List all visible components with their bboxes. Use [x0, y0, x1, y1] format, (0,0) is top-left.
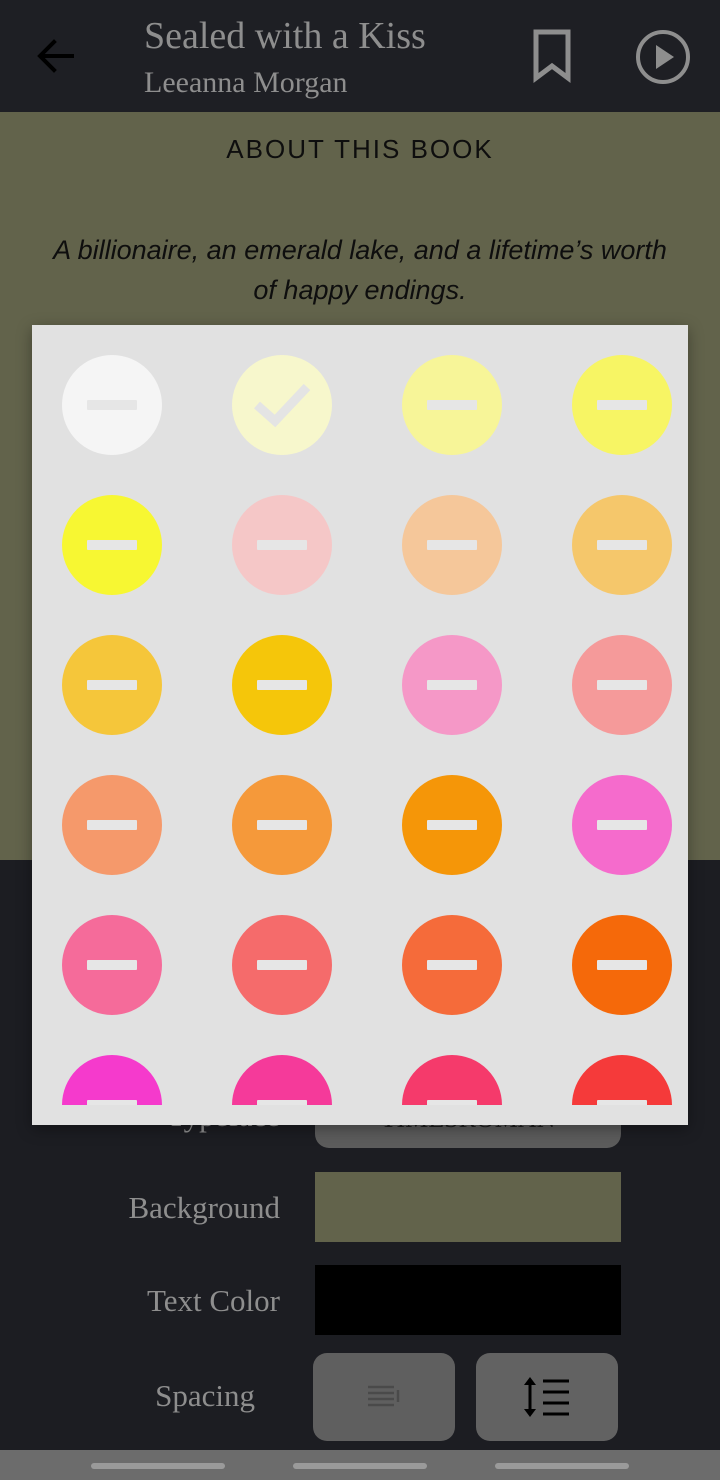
color-swatch[interactable] — [572, 355, 672, 455]
minus-icon — [597, 820, 647, 830]
spacing-wide-button[interactable] — [476, 1353, 618, 1441]
minus-icon — [257, 540, 307, 550]
background-color-swatch[interactable] — [315, 1172, 621, 1242]
color-swatch[interactable] — [232, 635, 332, 735]
color-swatch[interactable] — [62, 915, 162, 1015]
color-swatch[interactable] — [62, 775, 162, 875]
check-icon — [254, 383, 311, 428]
bookmark-button[interactable] — [526, 28, 578, 84]
color-swatch[interactable] — [572, 1055, 672, 1105]
play-circle-icon — [636, 30, 690, 84]
nav-back-button[interactable] — [495, 1463, 629, 1469]
color-swatch[interactable] — [232, 915, 332, 1015]
line-spacing-compact-icon — [368, 1385, 400, 1407]
color-swatch[interactable] — [402, 775, 502, 875]
line-spacing-wide-icon — [524, 1377, 569, 1417]
minus-icon — [87, 540, 137, 550]
minus-icon — [87, 680, 137, 690]
color-swatch[interactable] — [62, 495, 162, 595]
color-swatch[interactable] — [402, 915, 502, 1015]
minus-icon — [257, 960, 307, 970]
minus-icon — [427, 1100, 477, 1105]
minus-icon — [597, 400, 647, 410]
color-swatch[interactable] — [402, 355, 502, 455]
minus-icon — [597, 1100, 647, 1105]
color-swatch[interactable] — [572, 635, 672, 735]
minus-icon — [597, 540, 647, 550]
minus-icon — [427, 680, 477, 690]
book-author: Leeanna Morgan — [144, 66, 348, 99]
nav-home-button[interactable] — [293, 1463, 427, 1469]
color-swatch[interactable] — [572, 775, 672, 875]
minus-icon — [87, 1100, 137, 1105]
minus-icon — [427, 400, 477, 410]
book-title: Sealed with a Kiss — [144, 15, 426, 57]
minus-icon — [87, 820, 137, 830]
color-swatch[interactable] — [572, 495, 672, 595]
minus-icon — [257, 680, 307, 690]
color-swatch-grid — [32, 325, 688, 1105]
color-swatch[interactable] — [232, 355, 332, 455]
spacing-label: Spacing — [155, 1378, 255, 1413]
color-swatch[interactable] — [402, 495, 502, 595]
minus-icon — [87, 400, 137, 410]
color-swatch[interactable] — [232, 495, 332, 595]
spacing-compact-button[interactable] — [313, 1353, 455, 1441]
color-swatch[interactable] — [62, 635, 162, 735]
minus-icon — [597, 960, 647, 970]
minus-icon — [257, 820, 307, 830]
minus-icon — [427, 820, 477, 830]
color-picker-dialog — [32, 325, 688, 1125]
book-blurb: A billionaire, an emerald lake, and a li… — [53, 235, 667, 305]
nav-recents-button[interactable] — [91, 1463, 225, 1469]
play-button[interactable] — [634, 28, 692, 86]
minus-icon — [597, 680, 647, 690]
color-swatch[interactable] — [402, 1055, 502, 1105]
color-swatch[interactable] — [572, 915, 672, 1015]
color-swatch[interactable] — [62, 355, 162, 455]
bookmark-icon — [533, 29, 571, 83]
text-color-label: Text Color — [146, 1283, 280, 1318]
back-button[interactable] — [30, 30, 82, 82]
arrow-left-icon — [37, 39, 74, 73]
about-heading: ABOUT THIS BOOK — [226, 134, 494, 164]
color-swatch[interactable] — [402, 635, 502, 735]
minus-icon — [427, 540, 477, 550]
system-navigation-bar — [0, 1450, 720, 1480]
color-swatch[interactable] — [62, 1055, 162, 1105]
minus-icon — [257, 1100, 307, 1105]
text-color-swatch[interactable] — [315, 1265, 621, 1335]
minus-icon — [427, 960, 477, 970]
minus-icon — [87, 960, 137, 970]
top-app-bar: Sealed with a Kiss Leeanna Morgan — [0, 0, 720, 112]
background-label: Background — [128, 1190, 280, 1225]
color-swatch[interactable] — [232, 775, 332, 875]
color-swatch[interactable] — [232, 1055, 332, 1105]
